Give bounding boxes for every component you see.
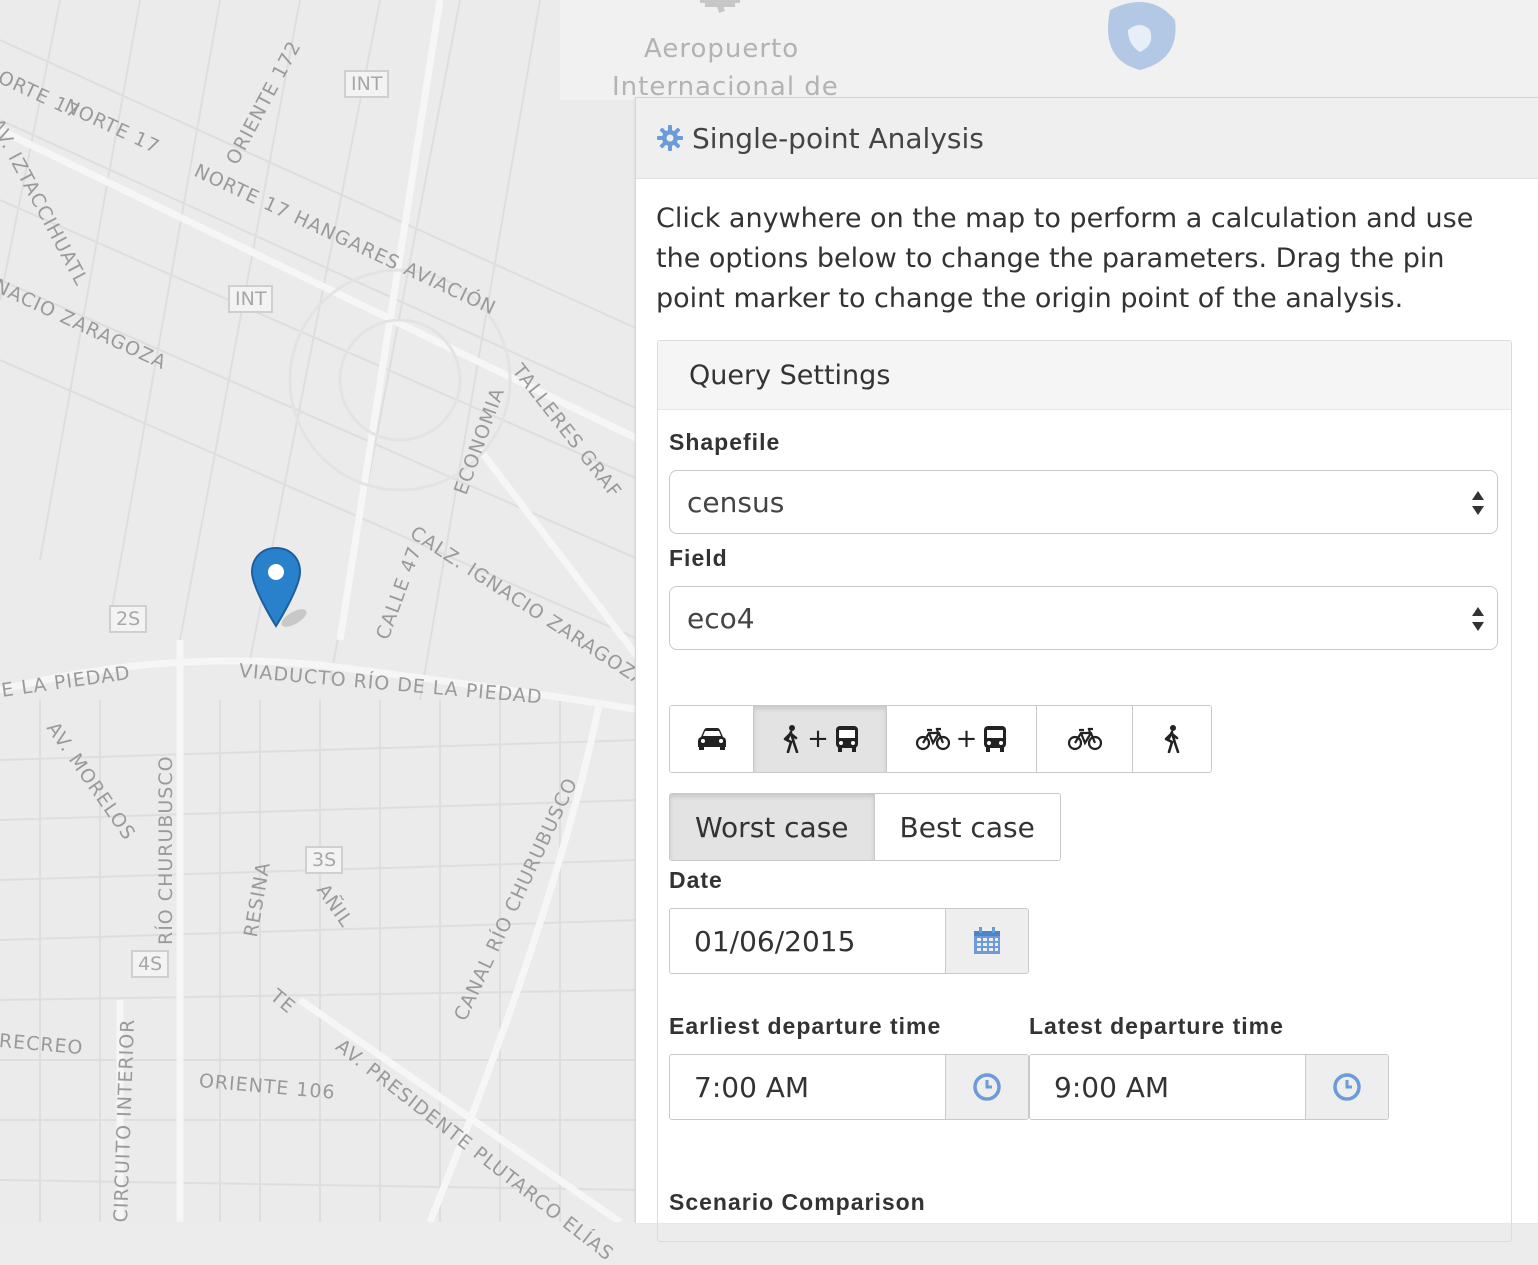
earliest-time-group: 7:00 AM: [669, 1054, 1029, 1120]
panel-title: Single-point Analysis: [692, 121, 984, 155]
field-value: eco4: [687, 601, 755, 635]
calendar-icon: [974, 927, 1001, 954]
gear-icon: [657, 125, 683, 151]
road-shield-4s: 4S: [131, 950, 170, 978]
earliest-time-input[interactable]: 7:00 AM: [670, 1055, 946, 1119]
field-select[interactable]: eco4: [669, 586, 1498, 650]
bus-icon: [984, 726, 1007, 752]
mode-car-button[interactable]: [670, 706, 754, 772]
plus-sign: +: [807, 724, 829, 754]
map-label-airport: Aeropuerto: [644, 34, 800, 64]
field-label: Field: [669, 545, 728, 571]
road-shield-3s: 3S: [305, 846, 344, 874]
map-label-churubusco: RÍO CHURUBUSCO: [155, 755, 177, 945]
date-input[interactable]: 01/06/2015: [670, 909, 946, 973]
latest-time-group: 9:00 AM: [1029, 1054, 1389, 1120]
map-pin-icon[interactable]: [250, 546, 320, 630]
road-shield-int: INT: [228, 285, 274, 313]
latest-departure-label: Latest departure time: [1029, 1013, 1284, 1039]
car-icon: [697, 728, 726, 750]
worst-case-button[interactable]: Worst case: [670, 794, 875, 860]
query-settings-heading: Query Settings: [658, 341, 1511, 410]
mode-bike-transit-button[interactable]: +: [887, 706, 1037, 772]
best-case-button[interactable]: Best case: [875, 794, 1060, 860]
intro-text: Click anywhere on the map to perform a c…: [656, 203, 1474, 314]
mode-walk-transit-button[interactable]: +: [754, 706, 887, 772]
latest-time-button[interactable]: [1305, 1055, 1388, 1119]
mode-bike-button[interactable]: [1037, 706, 1133, 772]
walk-icon: [783, 725, 799, 753]
bike-icon: [1067, 727, 1102, 751]
analysis-panel: Single-point Analysis Click anywhere on …: [635, 97, 1538, 1242]
date-picker-button[interactable]: [945, 909, 1028, 973]
latest-time-input[interactable]: 9:00 AM: [1030, 1055, 1306, 1119]
road-shield-int: INT: [344, 70, 390, 98]
mode-walk-button[interactable]: [1133, 706, 1211, 772]
road-shield-2s: 2S: [109, 605, 148, 633]
date-label: Date: [669, 867, 723, 893]
case-toggle-group: Worst case Best case: [669, 793, 1061, 861]
bus-icon: [835, 726, 858, 752]
panel-header: Single-point Analysis: [636, 98, 1538, 179]
travel-mode-group: + +: [669, 705, 1212, 773]
walk-icon: [1164, 725, 1180, 753]
query-settings: Query Settings Shapefile census Field ec…: [657, 340, 1512, 1242]
shapefile-select[interactable]: census: [669, 470, 1498, 534]
scenario-comparison-label: Scenario Comparison: [669, 1189, 926, 1215]
earliest-departure-label: Earliest departure time: [669, 1013, 942, 1039]
date-input-group: 01/06/2015: [669, 908, 1029, 974]
clock-icon: [1333, 1073, 1361, 1101]
shapefile-label: Shapefile: [669, 429, 781, 455]
clock-icon: [973, 1073, 1001, 1101]
plus-sign: +: [955, 724, 978, 754]
shapefile-value: census: [687, 485, 785, 519]
select-arrows-icon: [1472, 607, 1484, 631]
select-arrows-icon: [1472, 491, 1484, 515]
earliest-time-button[interactable]: [945, 1055, 1028, 1119]
bike-icon: [915, 727, 950, 751]
